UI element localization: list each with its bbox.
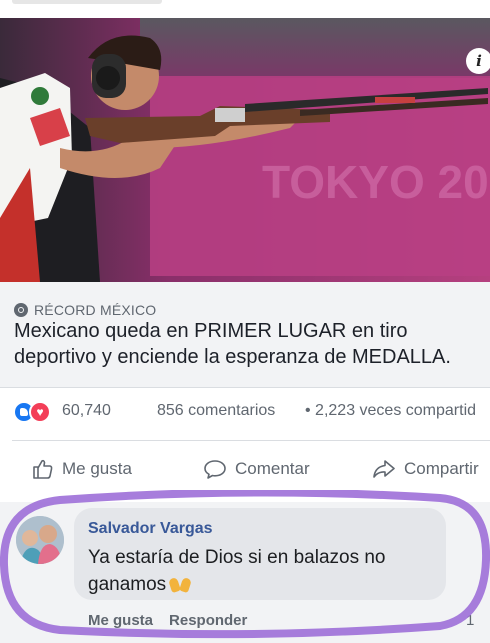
comment-text: Ya estaría de Dios si en balazos no gana… [88, 544, 438, 598]
top-strip [0, 0, 490, 12]
comment-reaction-count[interactable]: 1 [466, 612, 474, 629]
comment-reply-link[interactable]: Responder [169, 612, 247, 629]
link-headline[interactable]: Mexicano queda en PRIMER LUGAR en tiro d… [14, 318, 490, 370]
post-actions-bar: Me gusta Comentar Compartir [0, 450, 490, 492]
reaction-icons[interactable] [13, 401, 53, 423]
comment-button[interactable]: Comentar [203, 458, 310, 480]
comment-count[interactable]: 856 comentarios [157, 402, 275, 420]
thumbs-up-icon [33, 459, 53, 479]
avatar-photo [16, 516, 64, 564]
comment-body: Ya estaría de Dios si en balazos no gana… [88, 547, 386, 595]
comment-button-label: Comentar [235, 459, 310, 478]
link-source: RÉCORD MÉXICO [14, 302, 156, 318]
comment-like-link[interactable]: Me gusta [88, 612, 153, 629]
actions-divider [12, 440, 490, 441]
share-count[interactable]: • 2,223 veces compartid [305, 402, 476, 420]
ad-info-button[interactable]: i [466, 48, 490, 74]
svg-text:TOKYO 20: TOKYO 20 [262, 156, 489, 208]
headline-line-1: Mexicano queda en PRIMER LUGAR en tiro [14, 320, 408, 342]
source-label: RÉCORD MÉXICO [34, 302, 157, 318]
comment-author[interactable]: Salvador Vargas [88, 520, 213, 538]
commenter-avatar[interactable] [16, 516, 64, 564]
cropped-header-text [12, 0, 162, 4]
like-button-label: Me gusta [62, 459, 132, 478]
like-button[interactable]: Me gusta [32, 458, 132, 480]
comment-bubble-icon [204, 460, 226, 479]
share-arrow-icon [373, 460, 395, 478]
post-stats-bar: 60,740 856 comentarios • 2,223 veces com… [0, 398, 490, 428]
share-button-label: Compartir [404, 459, 479, 478]
source-globe-icon [14, 303, 28, 317]
share-button[interactable]: Compartir [372, 458, 479, 480]
love-reaction-icon [29, 401, 51, 423]
raised-hands-emoji-icon [170, 578, 190, 592]
comment-actions: Me gusta Responder [88, 612, 247, 629]
reaction-count[interactable]: 60,740 [62, 402, 111, 420]
shooter-photo-illustration: TOKYO 20 [0, 18, 490, 282]
post-photo[interactable]: TOKYO 20 i [0, 18, 490, 282]
headline-line-2: deportivo y enciende la esperanza de MED… [14, 346, 451, 368]
